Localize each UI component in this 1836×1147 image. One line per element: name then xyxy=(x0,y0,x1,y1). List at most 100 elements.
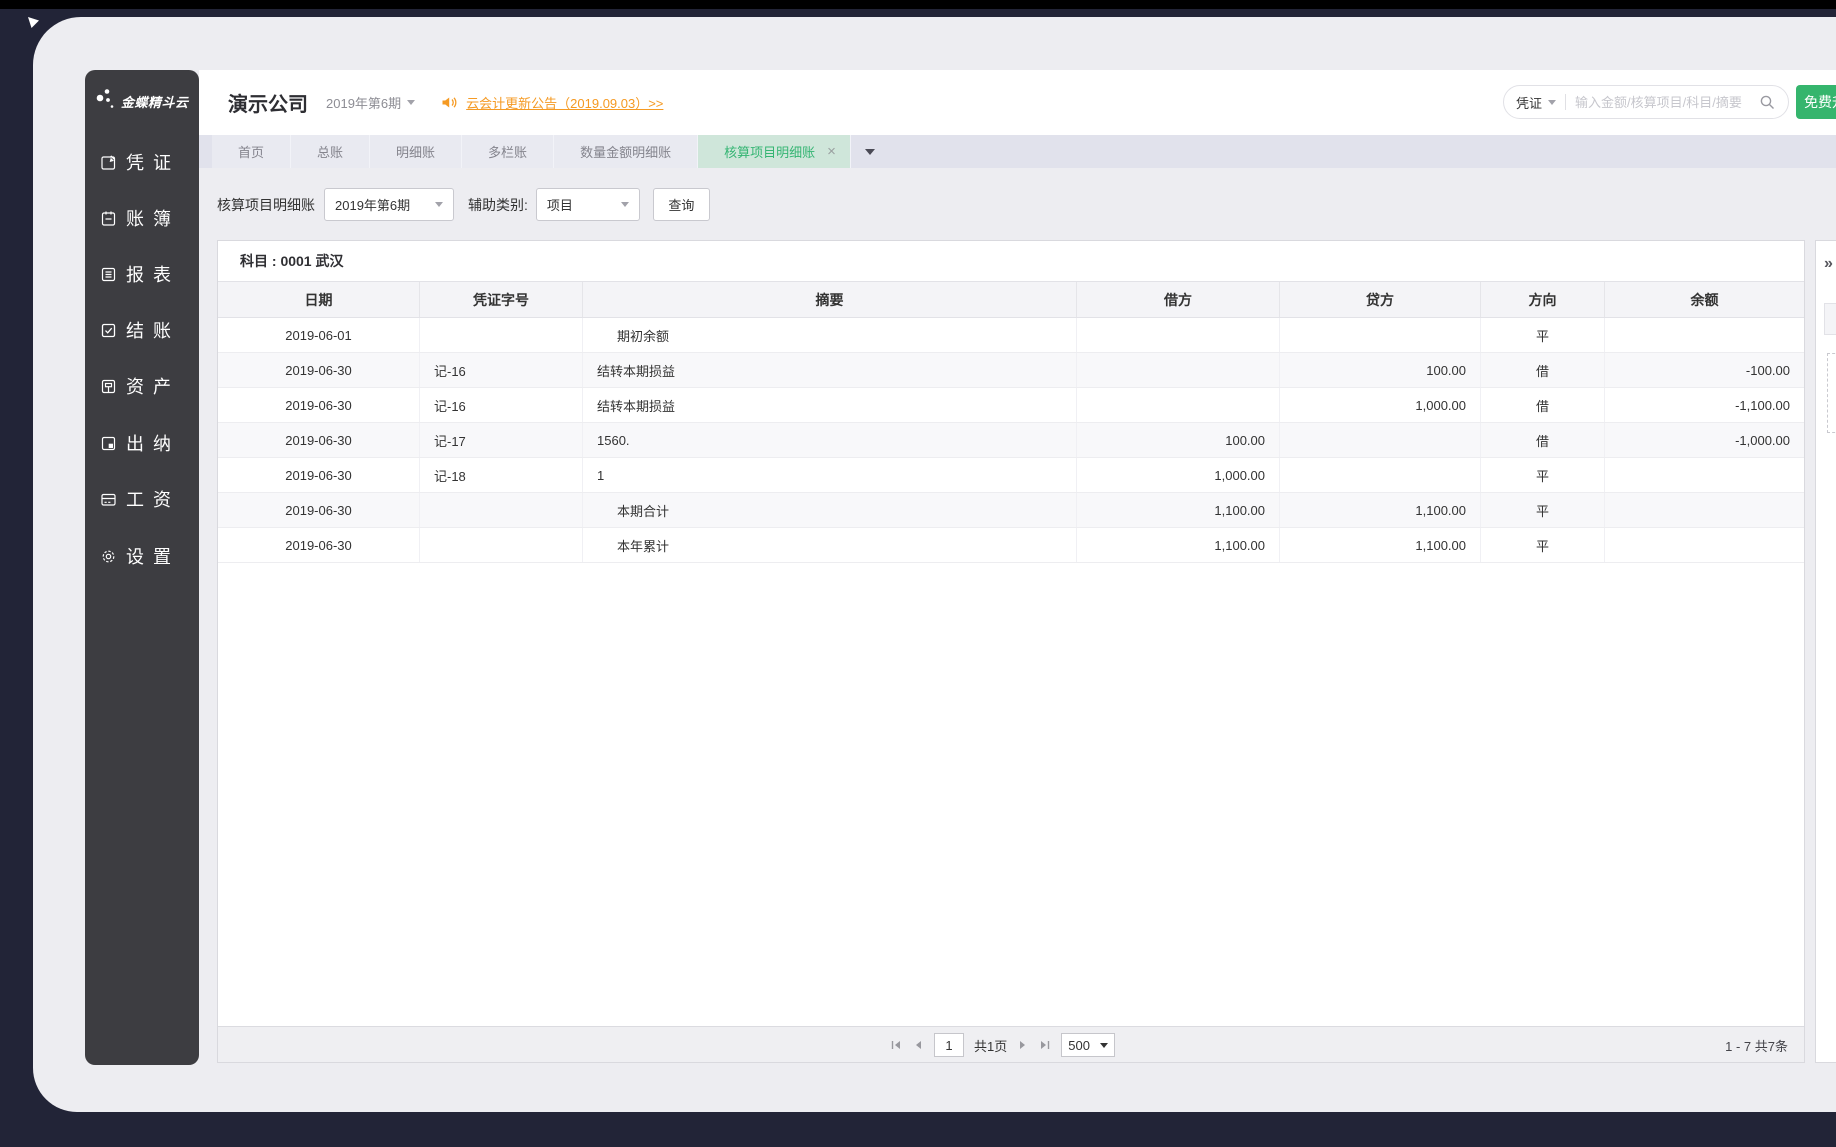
cell-balance xyxy=(1605,493,1804,527)
page-size-select[interactable]: 500 xyxy=(1061,1033,1115,1057)
sidebar-item-label: 资产 xyxy=(126,373,180,399)
cell-date: 2019-06-01 xyxy=(218,318,420,352)
sidebar-item-voucher[interactable]: 凭证 xyxy=(85,148,199,176)
check-square-icon xyxy=(100,322,117,339)
global-search[interactable]: 凭证 xyxy=(1503,85,1789,119)
cell-credit: 1,100.00 xyxy=(1280,493,1481,527)
sidebar-item-settings[interactable]: 设置 xyxy=(85,542,199,570)
period-select[interactable]: 2019年第6期 xyxy=(324,188,454,221)
collapsed-side-panel: » xyxy=(1815,240,1836,1063)
cell-credit: 1,100.00 xyxy=(1280,528,1481,562)
cell-direction: 平 xyxy=(1481,458,1605,492)
table-row[interactable]: 2019-06-30 本年累计 1,100.00 1,100.00 平 xyxy=(218,528,1804,563)
tab-close-icon[interactable]: × xyxy=(827,143,836,160)
gear-icon xyxy=(100,548,117,565)
logo-text: 金蝶精斗云 xyxy=(121,92,189,111)
sidebar-item-books[interactable]: 账簿 xyxy=(85,204,199,232)
announcement-link[interactable]: 云会计更新公告（2019.09.03）>> xyxy=(466,93,663,112)
table-row[interactable]: 2019-06-01 期初余额 平 xyxy=(218,318,1804,353)
cell-debit: 1,000.00 xyxy=(1077,458,1280,492)
tab-qty-amount-detail[interactable]: 数量金额明细账 xyxy=(554,135,698,168)
sidebar-item-reports[interactable]: 报表 xyxy=(85,260,199,288)
page-number-input[interactable] xyxy=(934,1033,964,1057)
announcement-speaker-icon xyxy=(441,95,458,110)
tab-bar: 首页 总账 明细账 多栏账 数量金额明细账 核算项目明细账 × xyxy=(199,135,1836,168)
query-button[interactable]: 查询 xyxy=(653,188,710,221)
app-window: 金蝶精斗云 凭证 账簿 报表 结账 xyxy=(33,17,1836,1112)
cell-summary: 本年累计 xyxy=(583,528,1077,562)
cell-direction: 借 xyxy=(1481,423,1605,457)
table-row[interactable]: 2019-06-30 记-18 1 1,000.00 平 xyxy=(218,458,1804,493)
record-range-label: 1 - 7 共7条 xyxy=(1725,1027,1788,1063)
chevron-down-icon xyxy=(435,202,443,207)
table-row[interactable]: 2019-06-30 记-17 1560. 100.00 借 -1,000.00 xyxy=(218,423,1804,458)
cell-date: 2019-06-30 xyxy=(218,353,420,387)
col-header-voucher: 凭证字号 xyxy=(420,282,583,317)
cell-credit xyxy=(1280,458,1481,492)
col-header-date: 日期 xyxy=(218,282,420,317)
sidebar-item-label: 凭证 xyxy=(126,149,180,175)
pagination-bar: 共1页 500 1 - 7 共7条 xyxy=(218,1026,1804,1062)
period-selector[interactable]: 2019年第6期 xyxy=(326,93,415,112)
col-header-summary: 摘要 xyxy=(583,282,1077,317)
tab-aux-item-detail-active[interactable]: 核算项目明细账 × xyxy=(698,135,851,168)
cell-debit: 1,100.00 xyxy=(1077,493,1280,527)
aux-category-select[interactable]: 项目 xyxy=(536,188,640,221)
aux-select-value: 项目 xyxy=(547,195,573,214)
col-header-debit: 借方 xyxy=(1077,282,1280,317)
table-row[interactable]: 2019-06-30 记-16 结转本期损益 1,000.00 借 -1,100… xyxy=(218,388,1804,423)
sidebar-item-closing[interactable]: 结账 xyxy=(85,316,199,344)
asset-icon xyxy=(100,378,117,395)
page-size-value: 500 xyxy=(1068,1038,1090,1053)
panel-header-band xyxy=(1824,303,1836,335)
cell-direction: 平 xyxy=(1481,528,1605,562)
table-row[interactable]: 2019-06-30 记-16 结转本期损益 100.00 借 -100.00 xyxy=(218,353,1804,388)
cell-balance xyxy=(1605,528,1804,562)
cell-summary: 1 xyxy=(583,458,1077,492)
sidebar-item-label: 设置 xyxy=(126,543,180,569)
mouse-cursor xyxy=(28,16,40,34)
pagination-controls: 共1页 500 xyxy=(890,1027,1115,1063)
expand-panel-icon[interactable]: » xyxy=(1824,255,1833,273)
table-header-row: 日期 凭证字号 摘要 借方 贷方 方向 余额 xyxy=(218,281,1804,318)
cell-voucher: 记-16 xyxy=(420,353,583,387)
cell-debit xyxy=(1077,353,1280,387)
sidebar-item-payroll[interactable]: 工资 xyxy=(85,485,199,513)
subject-title: 科目 : 0001 武汉 xyxy=(218,241,1804,281)
col-header-balance: 余额 xyxy=(1605,282,1804,317)
ledger-book-icon xyxy=(100,210,117,227)
chevron-down-icon xyxy=(1548,100,1556,105)
sidebar-item-cashier[interactable]: 出纳 xyxy=(85,429,199,457)
sidebar-item-label: 出纳 xyxy=(126,430,180,456)
tab-general-ledger[interactable]: 总账 xyxy=(291,135,370,168)
sidebar-item-label: 结账 xyxy=(126,317,180,343)
first-page-button[interactable] xyxy=(890,1039,902,1051)
cell-voucher xyxy=(420,528,583,562)
cell-credit: 1,000.00 xyxy=(1280,388,1481,422)
upgrade-button[interactable]: 免费升级 xyxy=(1796,85,1836,119)
next-page-button[interactable] xyxy=(1017,1039,1029,1051)
cell-direction: 借 xyxy=(1481,388,1605,422)
tab-home[interactable]: 首页 xyxy=(212,135,291,168)
sidebar-item-assets[interactable]: 资产 xyxy=(85,372,199,400)
prev-page-button[interactable] xyxy=(912,1039,924,1051)
tab-multi-column[interactable]: 多栏账 xyxy=(462,135,554,168)
tab-detail-ledger[interactable]: 明细账 xyxy=(370,135,462,168)
sidebar-item-label: 报表 xyxy=(126,261,180,287)
company-name: 演示公司 xyxy=(228,88,308,117)
cell-date: 2019-06-30 xyxy=(218,423,420,457)
search-category-dropdown[interactable]: 凭证 xyxy=(1516,93,1556,112)
tab-list-dropdown[interactable] xyxy=(851,135,889,168)
cell-voucher: 记-17 xyxy=(420,423,583,457)
cell-date: 2019-06-30 xyxy=(218,493,420,527)
cell-date: 2019-06-30 xyxy=(218,458,420,492)
last-page-button[interactable] xyxy=(1039,1039,1051,1051)
search-input[interactable] xyxy=(1575,95,1759,110)
cell-credit xyxy=(1280,318,1481,352)
search-icon[interactable] xyxy=(1759,94,1776,111)
table-row[interactable]: 2019-06-30 本期合计 1,100.00 1,100.00 平 xyxy=(218,493,1804,528)
ledger-card: 科目 : 0001 武汉 日期 凭证字号 摘要 借方 贷方 方向 余额 2019… xyxy=(217,240,1805,1063)
app-logo: 金蝶精斗云 xyxy=(95,86,189,117)
search-category-label: 凭证 xyxy=(1516,93,1542,112)
sidebar-item-label: 账簿 xyxy=(126,205,180,231)
